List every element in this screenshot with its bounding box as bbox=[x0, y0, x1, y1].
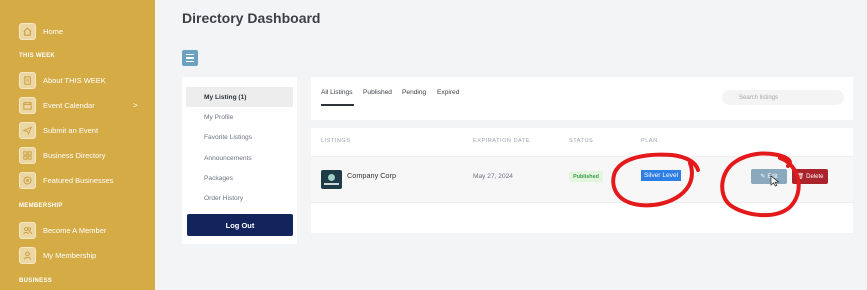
column-header-listings: LISTINGS bbox=[321, 138, 351, 144]
sidebar-item-label: About THIS WEEK bbox=[43, 75, 106, 85]
tab-pending[interactable]: Pending bbox=[402, 89, 426, 96]
delete-label: Delete bbox=[806, 173, 824, 180]
sidebar-item-label: Featured Businesses bbox=[43, 175, 114, 185]
edit-icon: ✎ bbox=[760, 174, 766, 180]
sidebar-item-label: Event Calendar bbox=[43, 100, 95, 110]
account-menu-my-profile[interactable]: My Profile bbox=[186, 107, 293, 127]
hamburger-icon bbox=[186, 57, 194, 59]
sidebar: Home THIS WEEK About THIS WEEK Event Cal… bbox=[0, 0, 155, 290]
sidebar-section-business: BUSINESS bbox=[19, 278, 53, 284]
account-menu-favorite-listings[interactable]: Favorite Listings bbox=[186, 127, 293, 147]
sidebar-item-event-calendar[interactable]: Event Calendar > bbox=[0, 94, 155, 116]
sidebar-item-label: My Membership bbox=[43, 250, 97, 260]
hamburger-icon bbox=[186, 60, 194, 62]
chevron-right-icon[interactable]: > bbox=[133, 101, 138, 110]
account-menu-order-history[interactable]: Order History bbox=[186, 188, 293, 208]
edit-button[interactable]: ✎ Edit bbox=[751, 169, 787, 184]
sidebar-item-business-directory[interactable]: Business Directory bbox=[0, 144, 155, 166]
user-icon bbox=[19, 246, 36, 264]
sidebar-section-membership: MEMBERSHIP bbox=[19, 203, 63, 209]
mouse-cursor-icon bbox=[770, 175, 780, 187]
logout-button[interactable]: Log Out bbox=[187, 214, 293, 236]
menu-toggle-button[interactable] bbox=[182, 50, 198, 66]
account-menu-my-listing[interactable]: My Listing (1) bbox=[186, 87, 293, 107]
search-listings-input[interactable]: Search listings bbox=[722, 90, 844, 105]
hamburger-icon bbox=[186, 54, 194, 56]
sidebar-item-label: Home bbox=[43, 26, 64, 36]
listing-name[interactable]: Company Corp bbox=[347, 171, 396, 180]
sidebar-item-my-membership[interactable]: My Membership bbox=[0, 244, 155, 266]
sidebar-item-about-this-week[interactable]: About THIS WEEK bbox=[0, 69, 155, 91]
send-icon bbox=[19, 121, 36, 139]
page-title: Directory Dashboard bbox=[182, 10, 321, 26]
sidebar-item-featured-businesses[interactable]: Featured Businesses bbox=[0, 169, 155, 191]
sidebar-item-become-member[interactable]: Become A Member bbox=[0, 219, 155, 241]
tab-expired[interactable]: Expired bbox=[437, 89, 459, 96]
delete-button[interactable]: 🗑 Delete bbox=[792, 169, 828, 184]
trash-icon: 🗑 bbox=[796, 174, 805, 180]
sidebar-item-label: Business Directory bbox=[43, 150, 106, 160]
home-icon bbox=[19, 22, 36, 40]
tab-all-listings[interactable]: All Listings bbox=[321, 89, 353, 96]
sidebar-section-this-week: THIS WEEK bbox=[19, 53, 56, 59]
listing-tabs-card: All Listings Published Pending Expired S… bbox=[311, 77, 853, 120]
account-menu-announcements[interactable]: Announcements bbox=[186, 148, 293, 168]
column-header-expiration-date: EXPIRATION DATE bbox=[473, 138, 531, 144]
listing-logo bbox=[321, 170, 342, 189]
calendar-icon bbox=[19, 96, 36, 114]
sidebar-item-label: Become A Member bbox=[43, 225, 107, 235]
tab-published[interactable]: Published bbox=[363, 89, 392, 96]
sidebar-item-submit-event[interactable]: Submit an Event bbox=[0, 119, 155, 141]
expiration-date: May 27, 2024 bbox=[473, 173, 513, 180]
document-icon bbox=[19, 71, 36, 89]
badge-icon bbox=[19, 171, 36, 189]
column-header-status: STATUS bbox=[569, 138, 594, 144]
plan-label: Silver Level bbox=[641, 170, 682, 181]
sidebar-item-label: Submit an Event bbox=[43, 125, 99, 135]
account-menu-packages[interactable]: Packages bbox=[186, 168, 293, 188]
account-menu-panel: My Listing (1) My Profile Favorite Listi… bbox=[182, 77, 297, 244]
divider bbox=[311, 202, 853, 203]
active-tab-indicator bbox=[321, 104, 354, 106]
grid-icon bbox=[19, 146, 36, 164]
sidebar-item-home[interactable]: Home bbox=[0, 20, 155, 42]
users-icon bbox=[19, 221, 36, 239]
column-header-plan: PLAN bbox=[641, 138, 658, 144]
status-badge: Published bbox=[569, 171, 603, 182]
